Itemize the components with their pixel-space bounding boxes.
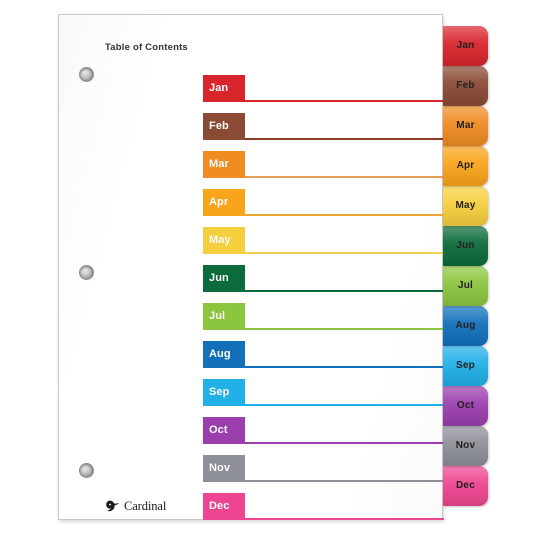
month-color-chip: Nov <box>203 455 245 481</box>
month-chip-label: Apr <box>209 195 229 208</box>
month-row: Nov <box>203 455 444 489</box>
month-row: Aug <box>203 341 444 375</box>
month-color-chip: Jul <box>203 303 245 329</box>
index-tab[interactable]: Nov <box>443 426 488 466</box>
index-tab-label: Oct <box>456 400 475 411</box>
index-tab-label: Jul <box>457 280 474 291</box>
month-write-in-rule <box>245 138 444 140</box>
index-tab[interactable]: Jun <box>443 226 488 266</box>
index-tab[interactable]: Feb <box>443 66 488 106</box>
month-write-in-rule <box>245 290 444 292</box>
index-tab-label: Aug <box>455 320 476 331</box>
month-write-in-rule <box>245 480 444 482</box>
cardinal-wordmark: Cardinal <box>124 499 167 514</box>
month-row: Mar <box>203 151 444 185</box>
month-chip-label: Jul <box>209 309 226 322</box>
month-row: Jul <box>203 303 444 337</box>
month-color-chip: Feb <box>203 113 245 139</box>
month-color-chip: Mar <box>203 151 245 177</box>
month-color-chip: Sep <box>203 379 245 405</box>
month-write-in-rule <box>245 252 444 254</box>
month-chip-label: Oct <box>209 423 228 436</box>
month-color-chip: Jan <box>203 75 245 101</box>
index-tab[interactable]: Sep <box>443 346 488 386</box>
month-chip-label: Jun <box>209 271 229 284</box>
divider-sheet: Table of Contents Jan Feb Mar Apr May Jun Jul A… <box>58 14 444 520</box>
index-tab[interactable]: Mar <box>443 106 488 146</box>
index-tab-label: Sep <box>456 360 475 371</box>
index-tab[interactable]: Apr <box>443 146 488 186</box>
month-row: Jun <box>203 265 444 299</box>
month-chip-label: Mar <box>209 157 229 170</box>
cardinal-logo: Cardinal <box>105 499 166 514</box>
index-tab-label: Dec <box>456 480 475 491</box>
month-color-chip: Aug <box>203 341 245 367</box>
month-color-chip: Jun <box>203 265 245 291</box>
index-tab[interactable]: Oct <box>443 386 488 426</box>
month-write-in-rule <box>245 214 444 216</box>
month-chip-label: Sep <box>209 385 230 398</box>
index-tab-strip: Jan Feb Mar Apr May Jun Jul Aug Sep Oct Nov Dec <box>443 26 491 520</box>
index-tab-label: Apr <box>456 160 475 171</box>
index-tab[interactable]: Jan <box>443 26 488 66</box>
month-write-in-rule <box>245 442 444 444</box>
month-write-in-rule <box>245 518 444 520</box>
month-row: Sep <box>203 379 444 413</box>
month-write-in-rule <box>245 366 444 368</box>
month-row: Feb <box>203 113 444 147</box>
month-row: May <box>203 227 444 261</box>
month-row-list: Jan Feb Mar Apr May Jun Jul Aug Sep Oct Nov Dec <box>59 15 444 520</box>
month-row: Dec <box>203 493 444 527</box>
month-chip-label: Aug <box>209 347 231 360</box>
index-tab[interactable]: Jul <box>443 266 488 306</box>
index-tab-label: Nov <box>455 440 476 451</box>
month-chip-label: May <box>209 233 231 246</box>
month-color-chip: May <box>203 227 245 253</box>
month-write-in-rule <box>245 404 444 406</box>
month-row: Oct <box>203 417 444 451</box>
index-tab-label: Jan <box>456 40 475 51</box>
index-tab[interactable]: Aug <box>443 306 488 346</box>
month-chip-label: Jan <box>209 81 229 94</box>
month-color-chip: Dec <box>203 493 245 519</box>
month-write-in-rule <box>245 100 444 102</box>
month-row: Jan <box>203 75 444 109</box>
month-write-in-rule <box>245 176 444 178</box>
index-tab-label: Mar <box>456 120 475 131</box>
month-color-chip: Oct <box>203 417 245 443</box>
index-tab-label: Jun <box>456 240 475 251</box>
index-tab[interactable]: May <box>443 186 488 226</box>
index-tab[interactable]: Dec <box>443 466 488 506</box>
product-photo-stage: Table of Contents Jan Feb Mar Apr May Jun Jul A… <box>0 0 540 540</box>
month-chip-label: Dec <box>209 499 230 512</box>
month-write-in-rule <box>245 328 444 330</box>
month-chip-label: Feb <box>209 119 229 132</box>
bird-icon <box>106 500 120 512</box>
month-color-chip: Apr <box>203 189 245 215</box>
month-chip-label: Nov <box>209 461 231 474</box>
index-tab-label: May <box>455 200 476 211</box>
month-row: Apr <box>203 189 444 223</box>
index-tab-label: Feb <box>456 80 475 91</box>
